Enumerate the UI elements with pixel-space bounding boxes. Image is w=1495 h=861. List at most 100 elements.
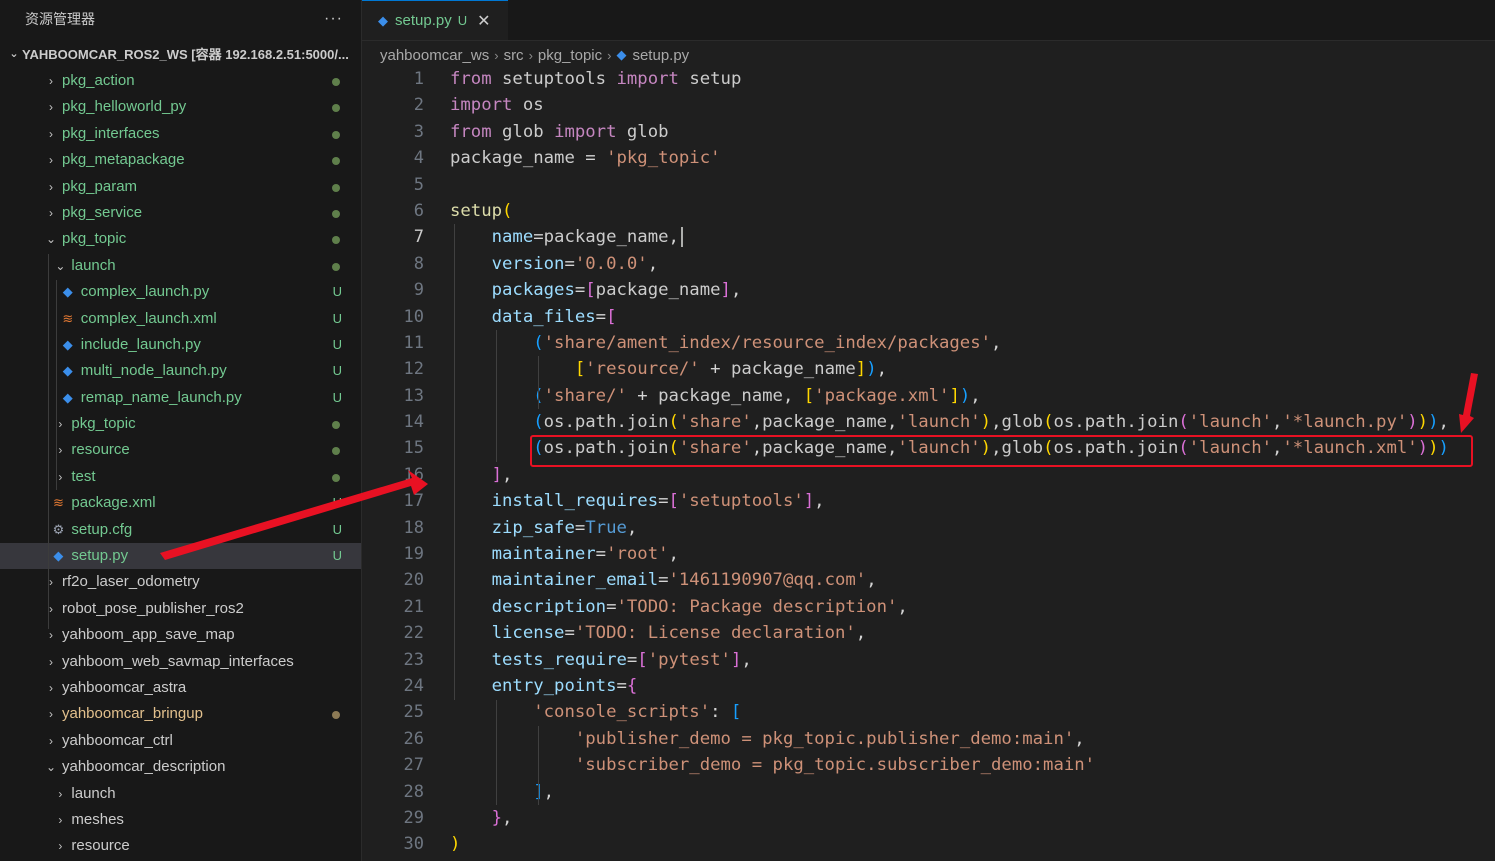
close-icon[interactable]: ✕ xyxy=(477,11,490,31)
chevron-right-icon[interactable]: › xyxy=(44,68,58,94)
tree-item[interactable]: ≋ complex_launch.xml U xyxy=(0,306,361,332)
untracked-badge: U xyxy=(332,495,342,511)
tree-item[interactable]: ◆ remap_name_launch.py U xyxy=(0,385,361,411)
tree-item[interactable]: ⚙ setup.cfg U xyxy=(0,517,361,543)
tree-item[interactable]: ⌄ yahboomcar_description xyxy=(0,754,361,780)
chevron-down-icon[interactable]: ⌄ xyxy=(44,226,58,252)
tree-item[interactable]: › pkg_interfaces xyxy=(0,121,361,147)
breadcrumb-item[interactable]: src xyxy=(504,47,524,64)
code-token: 'setuptools' xyxy=(678,491,804,512)
chevron-right-icon[interactable]: › xyxy=(44,147,58,173)
code-token: + xyxy=(699,359,731,380)
breadcrumb-item[interactable]: pkg_topic xyxy=(538,47,602,64)
code-token: ) xyxy=(980,412,992,433)
code-token: maintainer_email xyxy=(491,570,659,591)
tree-item[interactable]: › pkg_action xyxy=(0,68,361,94)
code-token: '*launch.xml' xyxy=(1282,438,1418,459)
tree-item[interactable]: ≋ package.xml U xyxy=(0,490,361,516)
tree-item[interactable]: ◆ include_launch.py U xyxy=(0,332,361,358)
chevron-right-icon[interactable]: › xyxy=(44,174,58,200)
git-status-dot xyxy=(332,711,340,720)
tree-item[interactable]: › resource xyxy=(0,437,361,463)
tree-item[interactable]: › rf2o_laser_odometry xyxy=(0,569,361,595)
code-token: = xyxy=(595,306,607,327)
more-actions-icon[interactable]: ··· xyxy=(324,10,343,28)
code-line: ], xyxy=(450,462,1495,488)
chevron-right-icon[interactable]: › xyxy=(44,121,58,147)
chevron-right-icon[interactable]: › xyxy=(53,807,67,833)
indent-guide xyxy=(496,330,497,462)
tree-item[interactable]: ◆ complex_launch.py U xyxy=(0,279,361,305)
git-status-dot xyxy=(332,262,340,271)
line-number: 21 xyxy=(403,596,424,617)
tree-item[interactable]: ◆ setup.py U xyxy=(0,543,361,570)
code-token: package_name xyxy=(762,438,888,459)
git-status-dot xyxy=(332,104,340,113)
tree-item[interactable]: › pkg_helloworld_py xyxy=(0,94,361,120)
code-editor[interactable]: from setuptools import setup import os fro… xyxy=(450,66,1495,858)
chevron-right-icon[interactable]: › xyxy=(44,569,58,595)
tree-item[interactable]: ◆ multi_node_launch.py U xyxy=(0,358,361,384)
tree-item[interactable]: › yahboom_web_savmap_interfaces xyxy=(0,649,361,675)
tree-item[interactable]: › pkg_metapackage xyxy=(0,147,361,173)
code-token: [ xyxy=(574,359,586,380)
tree-item[interactable]: › meshes xyxy=(0,807,361,833)
chevron-down-icon[interactable]: ⌄ xyxy=(44,754,58,780)
python-icon: ◆ xyxy=(616,47,627,62)
tab-setup-py[interactable]: ◆ setup.py U ✕ xyxy=(362,0,508,40)
python-file-icon: ◆ xyxy=(62,336,73,352)
breadcrumb-item[interactable]: yahboomcar_ws xyxy=(380,47,489,64)
line-number: 22 xyxy=(403,623,424,644)
line-number: 3 xyxy=(413,121,424,142)
tree-item[interactable]: › yahboomcar_bringup xyxy=(0,701,361,727)
workspace-root[interactable]: ⌄ YAHBOOMCAR_ROS2_WS [容器 192.168.2.51:50… xyxy=(0,38,361,68)
tree-item[interactable]: › pkg_topic xyxy=(0,411,361,437)
code-token: { xyxy=(626,675,638,696)
tree-item[interactable]: › test xyxy=(0,464,361,490)
git-status-dot xyxy=(332,421,340,430)
code-token: '1461190907@qq.com' xyxy=(668,570,867,591)
tree-item[interactable]: › yahboomcar_astra xyxy=(0,675,361,701)
tree-item[interactable]: › pkg_service xyxy=(0,200,361,226)
code-token: package_name xyxy=(595,280,721,301)
line-number: 5 xyxy=(413,174,424,195)
code-token: ( xyxy=(1043,412,1054,433)
breadcrumb-item[interactable]: setup.py xyxy=(632,47,689,64)
code-line: license='TODO: License declaration', xyxy=(450,620,1495,646)
code-token: entry_points xyxy=(491,675,617,696)
explorer-sidebar: 资源管理器 ··· ⌄ YAHBOOMCAR_ROS2_WS [容器 192.1… xyxy=(0,0,362,861)
chevron-right-icon[interactable]: › xyxy=(53,833,67,859)
tree-item[interactable]: › yahboom_app_save_map xyxy=(0,622,361,648)
code-token: [ xyxy=(730,702,742,723)
code-token: , xyxy=(1438,412,1449,433)
tree-item[interactable]: ⌄ launch xyxy=(0,253,361,279)
chevron-right-icon[interactable]: › xyxy=(44,94,58,120)
code-token: ( xyxy=(533,412,544,433)
line-number: 19 xyxy=(403,544,424,565)
tree-item[interactable]: ⌄ pkg_topic xyxy=(0,226,361,252)
chevron-right-icon[interactable]: › xyxy=(44,675,58,701)
code-token: '0.0.0' xyxy=(574,253,648,274)
chevron-right-icon[interactable]: › xyxy=(44,596,58,622)
tree-item[interactable]: › launch xyxy=(0,781,361,807)
chevron-down-icon[interactable]: ⌄ xyxy=(53,253,67,279)
text-cursor xyxy=(680,227,683,248)
code-token: , xyxy=(1272,438,1283,459)
tree-item[interactable]: › robot_pose_publisher_ros2 xyxy=(0,596,361,622)
code-token: 'TODO: License declaration' xyxy=(574,623,856,644)
tree-item-label: pkg_param xyxy=(62,177,138,195)
chevron-right-icon[interactable]: › xyxy=(44,649,58,675)
chevron-right-icon[interactable]: › xyxy=(44,701,58,727)
tree-item[interactable]: › resource xyxy=(0,833,361,859)
tree-item[interactable]: › pkg_param xyxy=(0,174,361,200)
chevron-right-icon[interactable]: › xyxy=(44,622,58,648)
chevron-right-icon[interactable]: › xyxy=(44,200,58,226)
chevron-right-icon[interactable]: › xyxy=(53,781,67,807)
tree-item[interactable]: › yahboomcar_ctrl xyxy=(0,728,361,754)
code-token: 'publisher_demo = pkg_topic.publisher_de… xyxy=(574,728,1075,749)
chevron-right-icon: › xyxy=(607,47,612,63)
chevron-right-icon[interactable]: › xyxy=(44,728,58,754)
tree-item-label: include_launch.py xyxy=(80,335,201,353)
